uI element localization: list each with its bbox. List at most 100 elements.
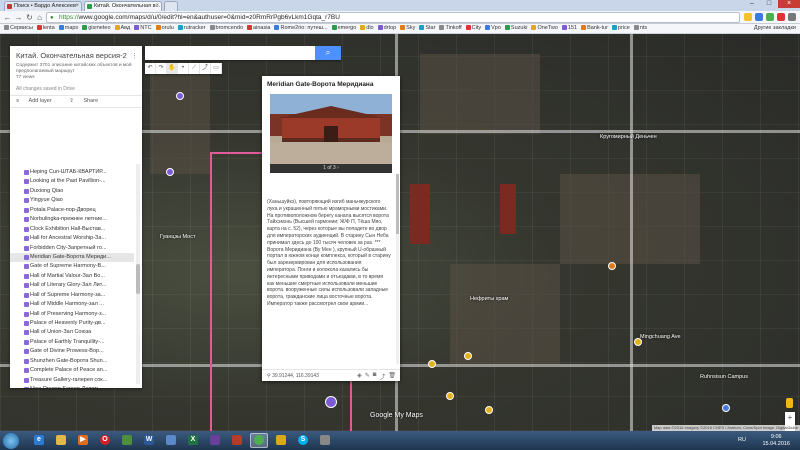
marker-tool-icon[interactable]: • [178,63,189,74]
bookmark-item[interactable]: Авд [114,25,130,31]
bookmark-item[interactable]: Tinkoff [439,25,462,31]
taskbar-app-word[interactable]: W [140,433,158,448]
undo-icon[interactable]: ↶ [145,63,156,74]
search-icon[interactable]: ⌕ [315,46,341,60]
layer-item[interactable]: Hall of Supreme Harmony-за... [10,291,134,300]
taskbar-app-explorer[interactable] [52,433,70,448]
bookmark-item[interactable]: OneTwo [531,25,558,31]
hand-tool-icon[interactable]: ✋ [167,63,178,74]
taskbar-app[interactable] [272,433,290,448]
layer-item[interactable]: Shunzhen Gate-Ворота Shun... [10,357,134,366]
bookmark-item[interactable]: Star [419,25,435,31]
bookmark-item[interactable]: Rome2rio: путеш... [274,25,328,31]
bookmark-item[interactable]: lenta [36,25,55,31]
taskbar-app[interactable] [228,433,246,448]
bookmark-item[interactable]: Сервисы [4,25,33,31]
extension-icon[interactable] [777,13,785,21]
style-paint-icon[interactable]: ◈ [357,372,362,381]
bookmark-item[interactable]: ainasia [247,25,270,31]
bookmark-item[interactable]: Sky [400,25,415,31]
search-input[interactable] [145,46,315,60]
bookmark-item[interactable]: Vpo [485,25,501,31]
next-photo-icon[interactable]: › [337,165,339,171]
bookmark-item[interactable]: gismeteo [82,25,111,31]
scrollbar-thumb[interactable] [136,264,140,294]
browser-tab-active[interactable]: Китай. Окончательная в... × [84,1,162,11]
map-pin-yellow[interactable] [634,338,642,346]
map-pin-orange[interactable] [608,262,616,270]
map-pin-purple[interactable] [176,92,184,100]
photo-pager[interactable]: 1 of 3 › [270,164,392,173]
bookmark-item[interactable]: rutracker [177,25,206,31]
maximize-icon[interactable]: □ [761,0,777,8]
bookmark-item[interactable]: bromcendo [209,25,243,31]
layer-item[interactable]: Duxiong Qiao [10,187,134,196]
taskbar-app-skype[interactable]: S [294,433,312,448]
layer-item[interactable]: Hall of Literary Glory-Зал Лит... [10,281,134,290]
layer-item[interactable]: Potala Palace-пор-Дворец [10,206,134,215]
window-close-icon[interactable]: × [778,0,800,8]
bookmark-item[interactable]: Suzuki [504,25,527,31]
taskbar-app-excel[interactable]: X [184,433,202,448]
layer-item[interactable]: Gate of Supreme Harmony-В... [10,262,134,271]
layer-item[interactable]: Hall of Union-Зал Союза [10,328,134,337]
layer-item[interactable]: Nine Dragon Screen-Девять ... [10,385,134,388]
directions-tool-icon[interactable]: ⤴ [200,63,211,74]
tab-close-icon[interactable]: × [155,3,159,9]
layer-item[interactable]: Palace of Heavenly Purity-дв... [10,319,134,328]
taskbar-app[interactable] [118,433,136,448]
bookmark-item[interactable]: drtop [377,25,396,31]
language-indicator[interactable]: RU [738,437,746,443]
line-tool-icon[interactable]: ⟋ [189,63,200,74]
bookmark-item[interactable]: emergo [331,25,356,31]
more-options-icon[interactable]: ⋮ [131,52,138,60]
extension-icon[interactable] [755,13,763,21]
layer-item[interactable]: Meridian Gate-Ворота Мериди... [10,252,134,263]
place-photo[interactable] [270,94,392,164]
map-pin-yellow[interactable] [446,392,454,400]
minimize-icon[interactable]: – [744,0,760,8]
taskbar-app[interactable] [162,433,180,448]
layer-item[interactable]: Complete Palace of Peace an... [10,366,134,375]
layer-item[interactable]: Hall for Ancestral Worship-За... [10,234,134,243]
layer-item[interactable]: Gate of Divine Prowess-Вор... [10,347,134,356]
bookmark-item[interactable]: orulu [155,25,174,31]
map-title[interactable]: Китай. Окончательная версия-2 [16,51,136,60]
map-pin-yellow[interactable] [464,352,472,360]
panel-scrollbar[interactable] [136,164,140,384]
layer-item[interactable]: Hall of Martial Valour-Зал Во... [10,272,134,281]
extension-icon[interactable] [766,13,774,21]
taskbar-app-opera[interactable]: O [96,433,114,448]
clock[interactable]: 9:06 15.04.2016 [762,434,790,448]
layer-item[interactable]: Norbulingka-прежнее летние... [10,215,134,224]
ruler-tool-icon[interactable]: ▭ [211,63,222,74]
map-pin-yellow[interactable] [485,406,493,414]
bookmark-item[interactable]: dlo [360,25,374,31]
taskbar-app[interactable] [206,433,224,448]
layer-item[interactable]: Heping Cun-ШТАБ-КВАРТИР... [10,168,134,177]
map-pin-yellow[interactable] [428,360,436,368]
layer-item[interactable]: Yingyue Qiao [10,196,134,205]
layer-item[interactable]: Hall of Middle Harmony-зал ... [10,300,134,309]
street-view-pegman-icon[interactable] [786,398,793,408]
taskbar-app-media[interactable]: ▶ [74,433,92,448]
bookmark-item[interactable]: maps [58,25,78,31]
bookmark-item[interactable]: Bank-tur [581,25,608,31]
scrollbar-thumb[interactable] [396,174,399,234]
bookmark-item[interactable]: nts [633,25,647,31]
taskbar-app[interactable] [316,433,334,448]
map-pin-purple[interactable] [166,168,174,176]
bookmark-item[interactable]: price [611,25,630,31]
layer-item[interactable]: Palace of Earthly Tranquility-... [10,338,134,347]
layer-item[interactable]: Hall of Preserving Harmony-з... [10,310,134,319]
url-field[interactable]: ● https://www.google.com/maps/d/u/0/edit… [46,12,740,23]
bookmark-item[interactable]: NTC [134,25,152,31]
reload-icon[interactable]: ↻ [25,13,34,22]
bookmark-star-icon[interactable] [744,13,752,21]
menu-icon[interactable] [788,13,796,21]
share-button[interactable]: ⇪ Share [69,98,106,104]
start-button[interactable] [3,433,19,449]
zoom-in-icon[interactable]: + [785,412,795,423]
bookmark-item[interactable]: 151 [561,25,577,31]
browser-tab[interactable]: Поиск • Вардо Алексеев × [4,1,82,11]
